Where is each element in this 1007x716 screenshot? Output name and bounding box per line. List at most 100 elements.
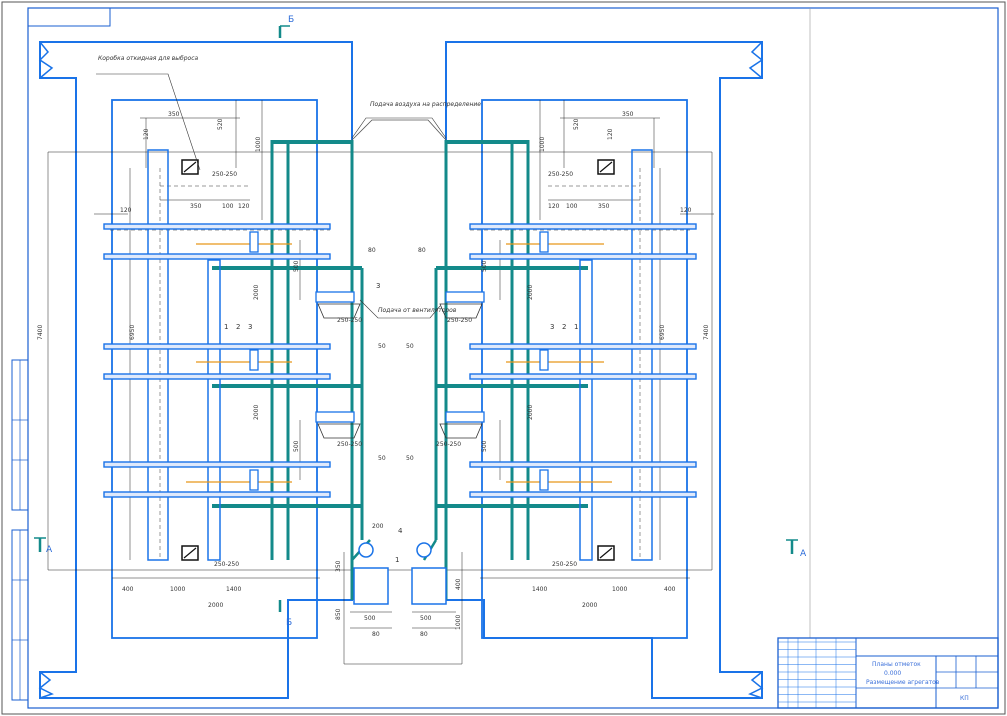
air-unit	[539, 469, 549, 491]
note-exhaust-box: Коробка откидная для выброса	[98, 55, 199, 62]
beam	[469, 461, 697, 468]
callout-number: 3	[550, 323, 554, 331]
dim-label: 400	[664, 586, 676, 593]
air-unit	[249, 231, 259, 253]
column	[579, 259, 593, 561]
beam	[103, 343, 331, 350]
callouts: 1 2 3 3 2 1 3 4 1	[224, 282, 578, 564]
beam	[469, 223, 697, 230]
dim-label: 120	[548, 203, 560, 210]
callout-number: 3	[248, 323, 252, 331]
dim-label: 6950	[659, 325, 666, 340]
room-left	[111, 99, 318, 639]
dim-label: 80	[420, 631, 428, 638]
dim-label: 350	[598, 203, 610, 210]
section-mark-b-top: Б	[288, 15, 294, 25]
dim-label: 500	[481, 260, 488, 272]
dim-label: 1400	[226, 586, 241, 593]
dim-label: 120	[120, 207, 132, 214]
side-strip	[11, 359, 29, 701]
break-line-right-bottom	[748, 671, 764, 699]
dim-label: 50	[378, 343, 386, 350]
dim-label: 250-250	[337, 317, 362, 324]
dim-label: 250-250	[552, 561, 577, 568]
corner-stamp	[27, 7, 111, 27]
fan-housing	[353, 567, 389, 605]
dim-label: 1000	[612, 586, 627, 593]
air-unit	[315, 291, 355, 303]
callout-number: 1	[574, 323, 578, 331]
fan	[416, 542, 432, 558]
dim-label: 120	[143, 128, 150, 140]
dim-label: 1000	[255, 137, 262, 152]
dim-label: 1400	[532, 586, 547, 593]
dim-label: 120	[238, 203, 250, 210]
equipment	[103, 149, 697, 605]
beam	[469, 343, 697, 350]
dim-label: 850	[335, 608, 342, 620]
callout-number: 4	[398, 527, 403, 535]
air-unit	[445, 411, 485, 423]
air-unit	[539, 349, 549, 371]
dim-label: 50	[406, 455, 414, 462]
dim-label: 250-250	[337, 441, 362, 448]
dim-label: 2000	[253, 405, 260, 420]
fan	[358, 542, 374, 558]
dim-label: 2000	[527, 285, 534, 300]
dim-label: 350	[622, 111, 634, 118]
dim-label: 100	[222, 203, 234, 210]
beam	[103, 373, 331, 380]
dim-label: 1000	[539, 137, 546, 152]
break-line-right-top	[748, 41, 764, 79]
dim-label: 120	[680, 207, 692, 214]
air-unit	[539, 231, 549, 253]
dim-label: 80	[372, 631, 380, 638]
dim-label: 120	[607, 128, 614, 140]
dim-label: 7400	[37, 325, 44, 340]
beam	[469, 253, 697, 260]
beam	[469, 491, 697, 498]
callout-number: 2	[236, 323, 240, 331]
callout-number: 1	[395, 556, 399, 564]
dim-label: 250-250	[436, 441, 461, 448]
callout-number: 2	[562, 323, 566, 331]
dim-label: 500	[481, 440, 488, 452]
callout-number: 3	[376, 282, 380, 290]
dim-label: 1000	[455, 615, 462, 630]
dim-label: 520	[217, 118, 224, 130]
dim-label: 6950	[129, 325, 136, 340]
dim-label: 80	[368, 247, 376, 254]
dim-label: 200	[372, 523, 384, 530]
title-line-3: Размещение агрегатов	[866, 679, 940, 686]
air-unit	[315, 411, 355, 423]
dim-label: 50	[378, 455, 386, 462]
beam	[103, 253, 331, 260]
collector-tray	[317, 303, 361, 319]
dim-label: 2000	[253, 285, 260, 300]
break-line-left-bottom	[38, 671, 54, 699]
dim-label: 2000	[582, 602, 597, 609]
section-mark-a-left: А	[46, 545, 53, 555]
dim-label: 400	[455, 578, 462, 590]
title-line-1: Планы отметок	[872, 661, 921, 668]
title-line-2: 0.000	[884, 670, 901, 677]
dim-label: 400	[122, 586, 134, 593]
dim-label: 250-250	[447, 317, 472, 324]
corridor-top	[351, 119, 447, 141]
column	[631, 149, 653, 561]
beam	[103, 491, 331, 498]
dim-label: 500	[293, 440, 300, 452]
title-block: Планы отметок 0.000 Размещение агрегатов…	[777, 637, 999, 709]
dim-label: 520	[573, 118, 580, 130]
note-supply-from-fans: Подача от вентиляторов	[378, 307, 457, 314]
beam	[103, 461, 331, 468]
dim-label: 1000	[170, 586, 185, 593]
sheet-border	[1, 1, 1006, 715]
air-unit	[445, 291, 485, 303]
sheet-code: КП	[960, 695, 969, 702]
dim-label: 500	[364, 615, 376, 622]
section-mark-a-right: А	[800, 549, 807, 559]
dim-label: 350	[168, 111, 180, 118]
fan-housing	[411, 567, 447, 605]
dim-label: 500	[293, 260, 300, 272]
